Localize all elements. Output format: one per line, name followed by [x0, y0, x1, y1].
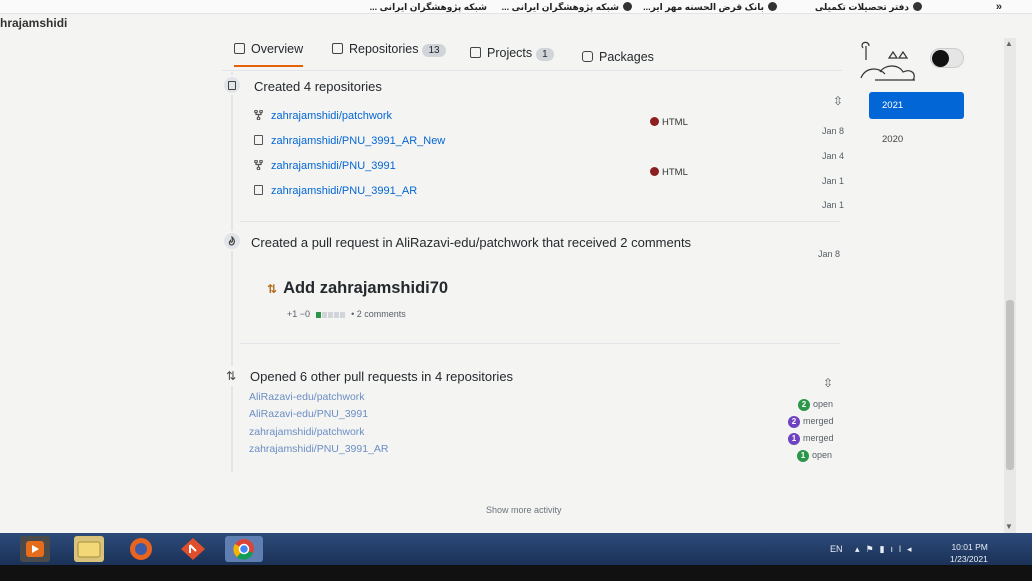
list-item: zahrajamshidi/PNU_3991_AR_New: [254, 135, 445, 147]
chrome-icon[interactable]: [225, 536, 263, 562]
list-item[interactable]: AliRazavi-edu/PNU_3991: [249, 408, 368, 420]
bookmark-item[interactable]: بانک قرض الحسنه مهر ایر...: [643, 2, 777, 13]
section-divider: [240, 343, 840, 344]
year-2021-button[interactable]: 2021: [869, 92, 964, 119]
list-item[interactable]: zahrajamshidi/PNU_3991_AR: [249, 443, 389, 455]
tab-repositories[interactable]: Repositories 13: [332, 42, 446, 57]
firefox-icon[interactable]: [126, 536, 156, 562]
site-icon: [768, 2, 777, 11]
scrollbar-thumb[interactable]: [1006, 300, 1014, 470]
bookmark-item[interactable]: شبکه پژوهشگران ایرانی ...: [502, 2, 632, 13]
section-divider: [240, 221, 840, 222]
taskbar: EN ▴⚑▮ıl◂ 10:01 PM 1/23/2021: [0, 533, 1032, 565]
clock-date: 1/23/2021: [950, 554, 988, 564]
repo-event-icon: [222, 75, 242, 95]
list-item[interactable]: AliRazavi-edu/patchwork: [249, 391, 365, 403]
system-tray-icons[interactable]: ▴⚑▮ıl◂: [855, 544, 918, 555]
site-icon: [913, 2, 922, 11]
list-item: zahrajamshidi/PNU_3991_AR: [254, 185, 417, 197]
theme-toggle[interactable]: [930, 48, 964, 68]
repo-link[interactable]: zahrajamshidi/patchwork: [271, 110, 392, 122]
scroll-up-arrow-icon[interactable]: ▲: [1005, 39, 1013, 48]
book-icon: [234, 43, 245, 54]
project-icon: [470, 47, 481, 58]
additions-count: +1: [287, 309, 298, 319]
tab-packages[interactable]: Packages: [582, 50, 654, 64]
list-item: zahrajamshidi/patchwork: [254, 109, 392, 122]
git-pull-request-icon: ⇅: [267, 282, 278, 296]
package-icon: [582, 51, 593, 62]
site-icon: [623, 2, 632, 11]
screen-bezel: [0, 565, 1032, 581]
event-date: Jan 8: [818, 249, 841, 259]
collapse-icon[interactable]: ⇳: [823, 376, 833, 390]
language-badge: HTML: [650, 117, 688, 128]
tabs-divider: [222, 70, 842, 71]
repo-link[interactable]: zahrajamshidi/PNU_3991: [271, 160, 396, 172]
bookmarks-bar: دفتر تحصیلات تکمیلی بانک قرض الحسنه مهر …: [0, 0, 1032, 14]
scroll-down-arrow-icon[interactable]: ▼: [1005, 522, 1013, 531]
comments-count[interactable]: • 2 comments: [351, 309, 406, 319]
year-2020-button[interactable]: 2020: [869, 126, 964, 153]
tab-projects[interactable]: Projects 1: [470, 46, 554, 61]
repo-icon: [254, 135, 263, 145]
repo-link[interactable]: zahrajamshidi/PNU_3991_AR_New: [271, 135, 445, 147]
projects-count: 1: [536, 48, 554, 61]
show-more-activity-button[interactable]: Show more activity: [486, 505, 562, 515]
pr-state-badge[interactable]: 1 open: [797, 450, 832, 462]
language-color-dot: [650, 117, 659, 126]
bookmarks-overflow-button[interactable]: »: [996, 1, 1002, 13]
event-date: Jan 4: [822, 151, 845, 161]
media-player-icon[interactable]: [20, 536, 50, 562]
profile-tabs: Overview Repositories 13 Projects 1 Packag…: [222, 38, 842, 72]
list-item[interactable]: zahrajamshidi/patchwork: [249, 426, 365, 438]
event-date: Jan 1: [822, 176, 845, 186]
dev-app-icon[interactable]: [178, 536, 208, 562]
repo-icon: [332, 43, 343, 54]
language-color-dot: [650, 167, 659, 176]
deletions-count: −0: [299, 309, 311, 319]
language-badge: HTML: [650, 167, 688, 178]
pr-state-badge[interactable]: 2 merged: [788, 416, 834, 428]
diff-bar: [315, 310, 346, 320]
event-date: Jan 8: [822, 126, 845, 136]
file-explorer-icon[interactable]: [74, 536, 104, 562]
avatar[interactable]: [855, 38, 925, 86]
collapse-icon[interactable]: ⇳: [833, 94, 843, 108]
created-repos-title: Created 4 repositories: [254, 79, 382, 94]
list-item: zahrajamshidi/PNU_3991: [254, 159, 396, 172]
pr-state-badge[interactable]: 2 open: [798, 399, 833, 411]
repo-icon: [254, 185, 263, 195]
timeline-line: [231, 72, 233, 472]
pr-state-badge[interactable]: 1 merged: [788, 433, 834, 445]
fork-icon: [254, 159, 263, 171]
opened-prs-title: Opened 6 other pull requests in 4 reposi…: [250, 369, 514, 384]
repo-link[interactable]: zahrajamshidi/PNU_3991_AR: [271, 185, 417, 197]
pull-request-title[interactable]: ⇅ Add zahrajamshidi70: [267, 279, 448, 298]
git-pull-request-icon: ⇅: [221, 366, 241, 386]
tab-overview[interactable]: Overview: [234, 42, 304, 67]
pull-request-event-icon: [222, 231, 242, 251]
profile-username[interactable]: hrajamshidi: [0, 16, 67, 30]
language-indicator[interactable]: EN: [830, 544, 843, 554]
clock-time: 10:01 PM: [951, 542, 988, 552]
bookmark-item[interactable]: شبکه پژوهشگران ایرانی ...: [370, 2, 487, 13]
fork-icon: [254, 109, 263, 121]
repositories-count: 13: [422, 44, 446, 57]
event-date: Jan 1: [822, 200, 845, 210]
pull-request-event-title[interactable]: Created a pull request in AliRazavi-edu/…: [251, 235, 691, 250]
clock[interactable]: 10:01 PM 1/23/2021: [950, 541, 988, 565]
pull-request-stats: +1 −0 • 2 comments: [287, 309, 406, 320]
bookmark-item[interactable]: دفتر تحصیلات تکمیلی: [815, 2, 922, 13]
